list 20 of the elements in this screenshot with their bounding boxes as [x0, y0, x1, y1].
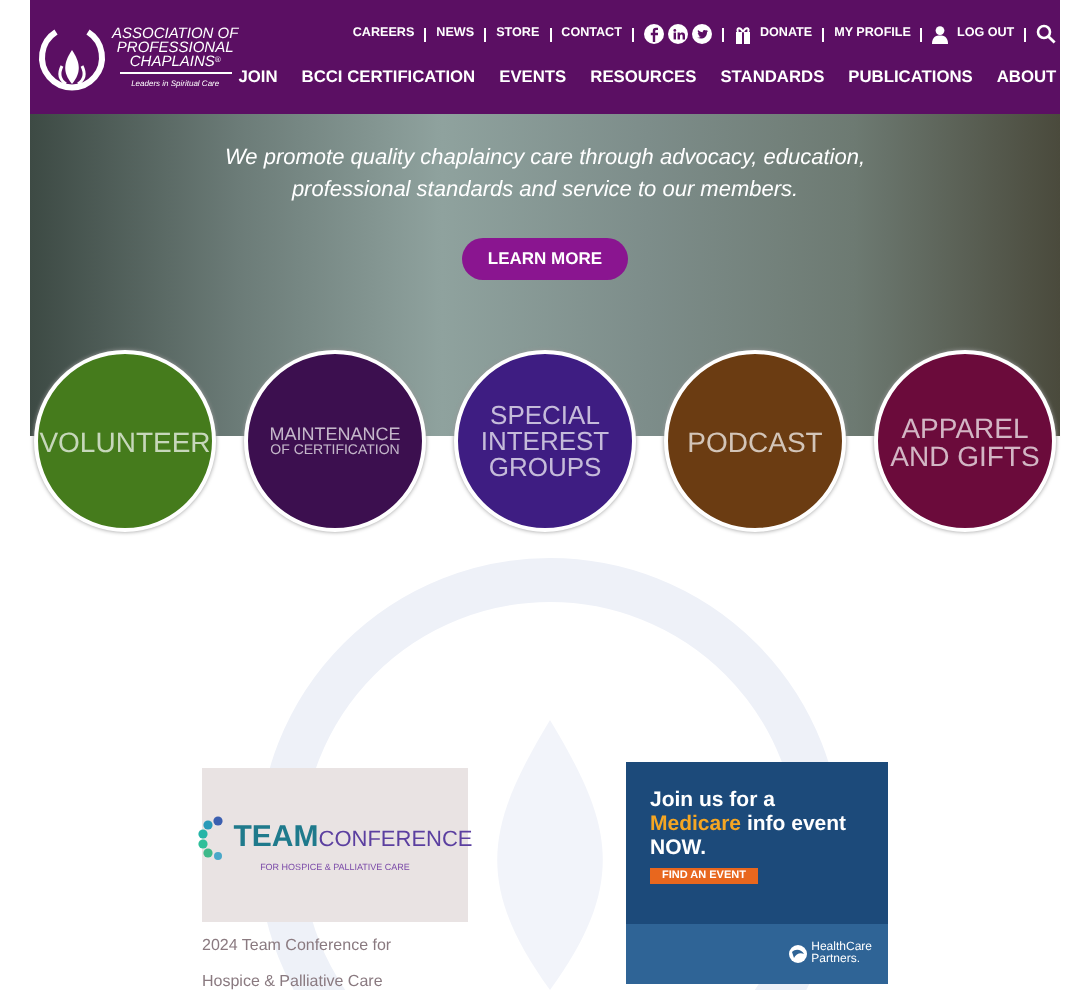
- hero-tagline: professional standards and service to our members.: [291, 176, 799, 206]
- twitter-icon[interactable]: [691, 24, 712, 45]
- learn-more-button[interactable]: LEARN MORE: [461, 238, 629, 280]
- nav-link[interactable]: STANDARDS: [720, 64, 825, 90]
- nav-link[interactable]: ABOUT: [996, 64, 1057, 90]
- ad-headline: Join us for a Medicare info event NOW.: [650, 788, 849, 860]
- linkedin-icon[interactable]: [667, 24, 688, 45]
- nav-link[interactable]: EVENTS: [499, 64, 567, 90]
- gift-icon: [733, 25, 752, 44]
- search-icon[interactable]: [1036, 24, 1057, 45]
- nav-link[interactable]: JOIN: [238, 64, 278, 90]
- nav-link[interactable]: BCCI CERTIFICATION: [301, 64, 476, 90]
- banner-title: TEAMCONFERENCE: [233, 822, 473, 853]
- facebook-icon[interactable]: [643, 24, 664, 45]
- nav-link[interactable]: RESOURCES: [590, 64, 697, 90]
- globe-icon: [787, 944, 808, 964]
- nav-link[interactable]: PUBLICATIONS: [848, 64, 973, 90]
- conference-caption[interactable]: 2024 Team Conference for Hospice & Palliative Care: [202, 928, 418, 990]
- hero-tagline: We promote quality chaplaincy care through advocacy, education,: [225, 144, 865, 174]
- user-icon: [932, 25, 949, 44]
